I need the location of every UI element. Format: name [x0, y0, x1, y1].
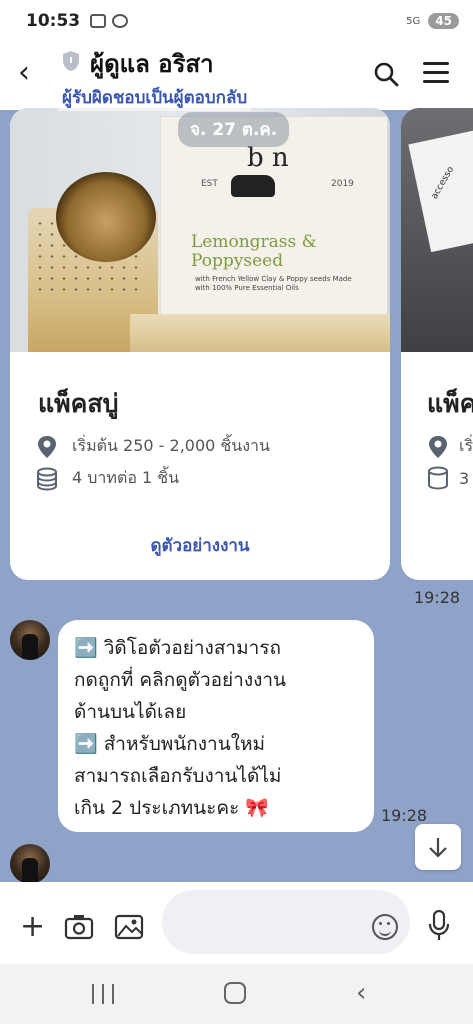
recent-apps-icon[interactable]	[92, 984, 114, 1004]
price-range-row-2: เริ่	[427, 434, 473, 459]
rate-text-2: 3	[459, 468, 470, 488]
message-line: กดถูกที่ คลิกดูตัวอย่างงาน	[74, 669, 287, 691]
product-image-2[interactable]: accesso	[401, 108, 473, 352]
message-line: เกิน 2 ประเภทนะคะ 🎀	[74, 797, 269, 819]
chat-title: ผู้ดูแล อริสา	[90, 50, 214, 78]
message-line: ด้านบนได้เลย	[74, 701, 187, 723]
battery-indicator: 45	[428, 13, 459, 29]
coins-icon	[37, 467, 57, 491]
box-product-name: Lemongrass & Poppyseed	[191, 232, 317, 271]
scroll-down-icon[interactable]	[415, 824, 461, 870]
product-card-2[interactable]: accesso แพ็ค เริ่ 3	[401, 108, 473, 580]
home-icon[interactable]	[224, 982, 246, 1004]
rate-row-2: 3	[427, 466, 469, 490]
emoji-icon[interactable]	[372, 914, 398, 940]
message-line: สามารถเลือกรับงานได้ไม่	[74, 765, 282, 787]
mic-icon[interactable]	[428, 910, 450, 942]
message-line: ➡️ วิดิโอตัวอย่างสามารถ	[74, 637, 281, 659]
system-nav-bar: ‹	[0, 964, 473, 1024]
status-time: 10:53	[26, 11, 81, 31]
soap-bar-bottom	[130, 314, 390, 352]
date-separator: จ. 27 ต.ค.	[178, 112, 290, 147]
price-range-text: เริ่มต้น 250 - 2,000 ชิ้นงาน	[72, 436, 270, 455]
view-sample-link[interactable]: ดูตัวอย่างงาน	[10, 532, 390, 559]
box-brand-letters: b n	[247, 143, 289, 173]
status-bar: 10:53 5G 45	[0, 0, 473, 42]
notification-icons	[90, 14, 129, 28]
location-pin-icon	[429, 435, 447, 458]
plus-icon[interactable]: +	[20, 912, 45, 942]
message-line: ➡️ สำหรับพนักงานใหม่	[74, 733, 266, 755]
network-label: 5G	[406, 15, 421, 27]
back-button[interactable]: ‹	[18, 58, 48, 88]
menu-icon[interactable]	[423, 62, 449, 84]
location-pin-icon	[38, 435, 56, 458]
box-est: EST	[201, 179, 218, 189]
shield-icon	[63, 51, 79, 71]
box-year: 2019	[331, 179, 354, 189]
card-title: แพ็คสบู่	[38, 389, 119, 418]
product-card[interactable]: b n EST 2019 Lemongrass & Poppyseed with…	[10, 108, 390, 580]
search-icon[interactable]	[372, 60, 400, 88]
rate-row: 4 บาทต่อ 1 ชิ้น	[36, 466, 179, 491]
avatar[interactable]	[10, 620, 50, 660]
coins-icon	[428, 466, 448, 490]
nav-back-icon[interactable]: ‹	[356, 978, 366, 1008]
box-small-text: with French Yellow Clay & Poppy seeds Ma…	[195, 275, 352, 292]
card-timestamp: 19:28	[414, 588, 461, 607]
message-bubble[interactable]: ➡️ วิดิโอตัวอย่างสามารถ กดถูกที่ คลิกดูต…	[58, 620, 374, 832]
rate-text: 4 บาทต่อ 1 ชิ้น	[72, 468, 180, 487]
card-title-2: แพ็ค	[427, 389, 473, 418]
status-right: 5G 45	[406, 13, 459, 29]
price-range-row: เริ่มต้น 250 - 2,000 ชิ้นงาน	[36, 434, 270, 459]
screenshot-icon	[90, 14, 107, 28]
image-icon[interactable]	[114, 914, 144, 940]
message-input-bar: +	[0, 882, 473, 964]
price-range-text-2: เริ่	[459, 436, 473, 455]
line-app-icon	[112, 14, 129, 28]
chat-subtitle: ผู้รับผิดชอบเป็นผู้ตอบกลับ	[58, 84, 252, 111]
dried-lime-image	[56, 172, 156, 262]
avatar[interactable]	[10, 844, 50, 884]
message-timestamp: 19:28	[381, 806, 428, 825]
cow-logo	[231, 175, 275, 197]
camera-icon[interactable]	[64, 914, 94, 940]
